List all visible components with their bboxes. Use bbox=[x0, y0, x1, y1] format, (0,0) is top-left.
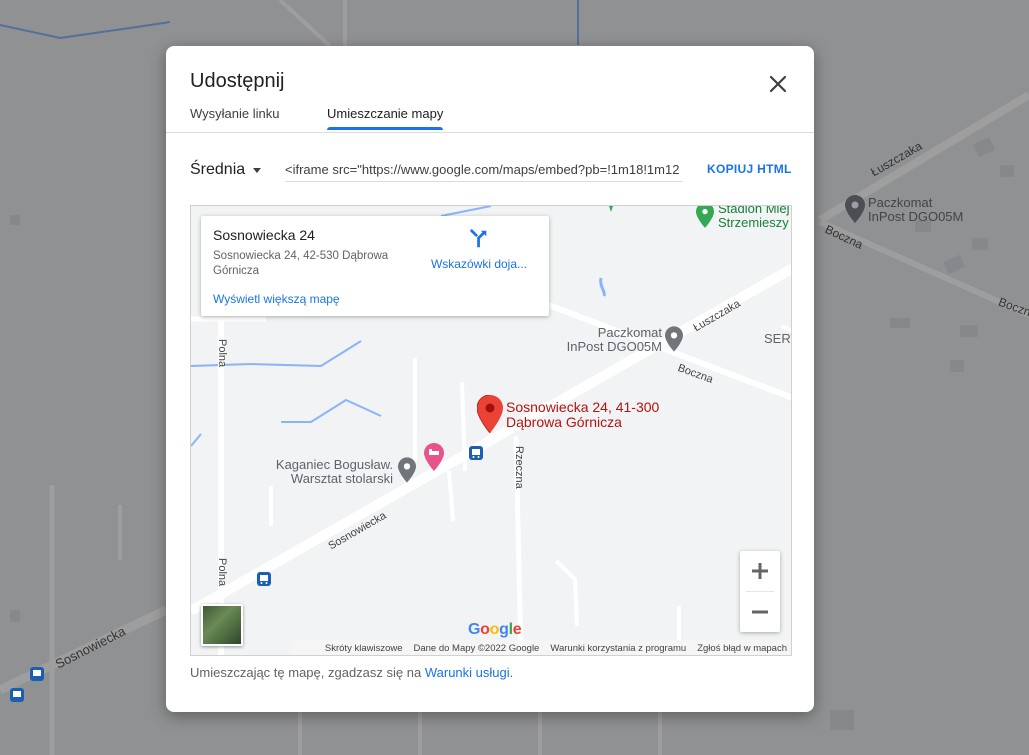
close-button[interactable] bbox=[764, 70, 792, 98]
map-attribution-bar: Skróty klawiszowe Dane do Mapy ©2022 Goo… bbox=[291, 640, 791, 655]
embed-code-input[interactable] bbox=[285, 158, 683, 182]
poi-label-paczkomat-line2: InPost DGO05M bbox=[566, 339, 662, 354]
terms-notice: Umieszczając tę mapę, zgadzasz się na Wa… bbox=[190, 665, 513, 680]
close-icon bbox=[769, 75, 787, 93]
map-size-selected: Średnia bbox=[190, 161, 246, 178]
google-logo: Google bbox=[468, 621, 522, 638]
satellite-layer-toggle[interactable] bbox=[201, 604, 243, 646]
keyboard-shortcuts-link[interactable]: Skróty klawiszowe bbox=[325, 643, 403, 654]
directions-icon bbox=[470, 229, 487, 248]
tab-send-link[interactable]: Wysyłanie linku bbox=[190, 106, 279, 129]
dialog-title: Udostępnij bbox=[190, 70, 285, 92]
place-title: Sosnowiecka 24 bbox=[213, 227, 315, 243]
terms-link[interactable]: Warunki korzystania z programu bbox=[550, 643, 686, 654]
directions-label: Wskazówki doja... bbox=[430, 257, 528, 271]
location-pin-label: Sosnowiecka 24, 41-300 Dąbrowa Górnicza bbox=[506, 400, 659, 430]
bg-poi-label-line1: Paczkomat bbox=[868, 195, 933, 210]
zoom-controls bbox=[740, 551, 780, 632]
place-info-card: Sosnowiecka 24 Sosnowiecka 24, 42-530 Dą… bbox=[201, 216, 549, 316]
plus-icon bbox=[752, 563, 768, 579]
bus-stop-icon-2[interactable] bbox=[257, 572, 271, 586]
terms-notice-end: . bbox=[509, 665, 514, 680]
bg-poi-label-paczkomat: Paczkomat InPost DGO05M bbox=[868, 196, 963, 224]
location-pin-icon[interactable] bbox=[477, 395, 503, 433]
terms-of-service-link[interactable]: Warunki usługi bbox=[425, 665, 510, 680]
poi-pin-kaganiec-icon[interactable] bbox=[398, 457, 416, 483]
bg-poi-pin-icon bbox=[845, 195, 865, 223]
bg-poi-label-line2: InPost DGO05M bbox=[868, 209, 964, 224]
road-label-polna-bottom: Polna bbox=[216, 558, 228, 587]
poi-label-stadion-line2: Strzemieszy bbox=[718, 215, 789, 230]
map-preview[interactable]: Polna Polna Rzeczna Sosnowiecka Łuszczak… bbox=[190, 205, 792, 656]
poi-label-kaganiec-line1: Kaganiec Bogusław. bbox=[275, 457, 393, 472]
map-data-attribution: Dane do Mapy ©2022 Google bbox=[413, 642, 540, 654]
poi-label-stadion: Stadion Miej Strzemieszy bbox=[718, 206, 790, 230]
zoom-in-button[interactable] bbox=[740, 551, 780, 591]
poi-pin-stadion-icon[interactable] bbox=[696, 206, 714, 228]
place-address: Sosnowiecka 24, 42-530 Dąbrowa Górnicza bbox=[213, 250, 389, 277]
bus-stop-icon[interactable] bbox=[469, 446, 483, 460]
poi-pin-paczkomat-icon[interactable] bbox=[665, 326, 683, 352]
poi-label-paczkomat: Paczkomat InPost DGO05M bbox=[562, 326, 662, 354]
report-error-link[interactable]: Zgłoś błąd w mapach bbox=[697, 643, 787, 654]
hotel-poi-icon[interactable] bbox=[424, 443, 444, 471]
view-larger-map-link[interactable]: Wyświetl większą mapę bbox=[213, 292, 340, 306]
poi-label-kaganiec: Kaganiec Bogusław. Warsztat stolarski bbox=[255, 458, 393, 486]
copy-html-button[interactable]: KOPIUJ HTML bbox=[707, 162, 792, 176]
bg-bus-stop-icon-2 bbox=[10, 688, 24, 702]
location-pin-label-line1: Sosnowiecka 24, 41-300 bbox=[506, 399, 660, 415]
poi-label-serv: SERV bbox=[764, 331, 791, 346]
directions-button[interactable]: Wskazówki doja... bbox=[429, 228, 529, 271]
zoom-out-button[interactable] bbox=[740, 592, 780, 632]
bg-bus-stop-icon bbox=[30, 667, 44, 681]
terms-notice-text: Umieszczając tę mapę, zgadzasz się na bbox=[190, 665, 422, 680]
road-label-rzeczna: Rzeczna bbox=[513, 446, 525, 489]
map-size-dropdown[interactable]: Średnia bbox=[190, 161, 262, 179]
poi-label-paczkomat-line1: Paczkomat bbox=[597, 325, 662, 340]
poi-label-kaganiec-line2: Warsztat stolarski bbox=[290, 471, 393, 486]
share-dialog: Udostępnij Wysyłanie linku Umieszczanie … bbox=[166, 46, 814, 712]
tab-bar: Wysyłanie linku Umieszczanie mapy bbox=[166, 104, 814, 133]
location-pin-label-line2: Dąbrowa Górnicza bbox=[506, 414, 622, 430]
chevron-down-icon bbox=[253, 167, 262, 173]
tab-embed-map[interactable]: Umieszczanie mapy bbox=[327, 106, 444, 130]
minus-icon bbox=[752, 610, 768, 614]
road-label-polna-top: Polna bbox=[216, 339, 228, 368]
